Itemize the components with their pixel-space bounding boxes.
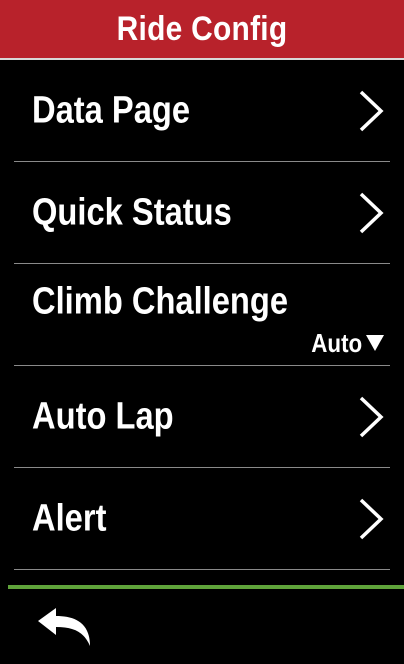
ride-config-screen: Ride Config Data Page Quick Status Climb… [0, 0, 404, 664]
menu-item-alert[interactable]: Alert [14, 468, 390, 570]
back-arrow-icon[interactable] [36, 606, 96, 648]
caret-down-icon [366, 335, 384, 351]
menu-item-label: Alert [32, 497, 107, 539]
menu-item-data-page[interactable]: Data Page [14, 60, 390, 162]
menu-item-label: Auto Lap [32, 395, 174, 437]
title-bar: Ride Config [0, 0, 404, 60]
menu-item-label: Climb Challenge [32, 280, 289, 323]
menu-item-auto-lap[interactable]: Auto Lap [14, 366, 390, 468]
menu-item-quick-status[interactable]: Quick Status [14, 162, 390, 264]
chevron-right-icon [359, 90, 384, 131]
page-title: Ride Config [116, 10, 288, 48]
chevron-right-icon [359, 192, 384, 233]
dropdown-value: Auto [311, 327, 362, 358]
menu-item-label: Quick Status [32, 191, 232, 233]
settings-menu: Data Page Quick Status Climb Challenge A… [0, 60, 404, 570]
menu-item-label: Data Page [32, 89, 191, 131]
menu-item-climb-challenge[interactable]: Climb Challenge Auto [14, 264, 390, 366]
chevron-right-icon [359, 498, 384, 539]
footer-divider [8, 585, 404, 589]
chevron-right-icon [359, 396, 384, 437]
climb-challenge-dropdown[interactable]: Auto [303, 328, 384, 358]
